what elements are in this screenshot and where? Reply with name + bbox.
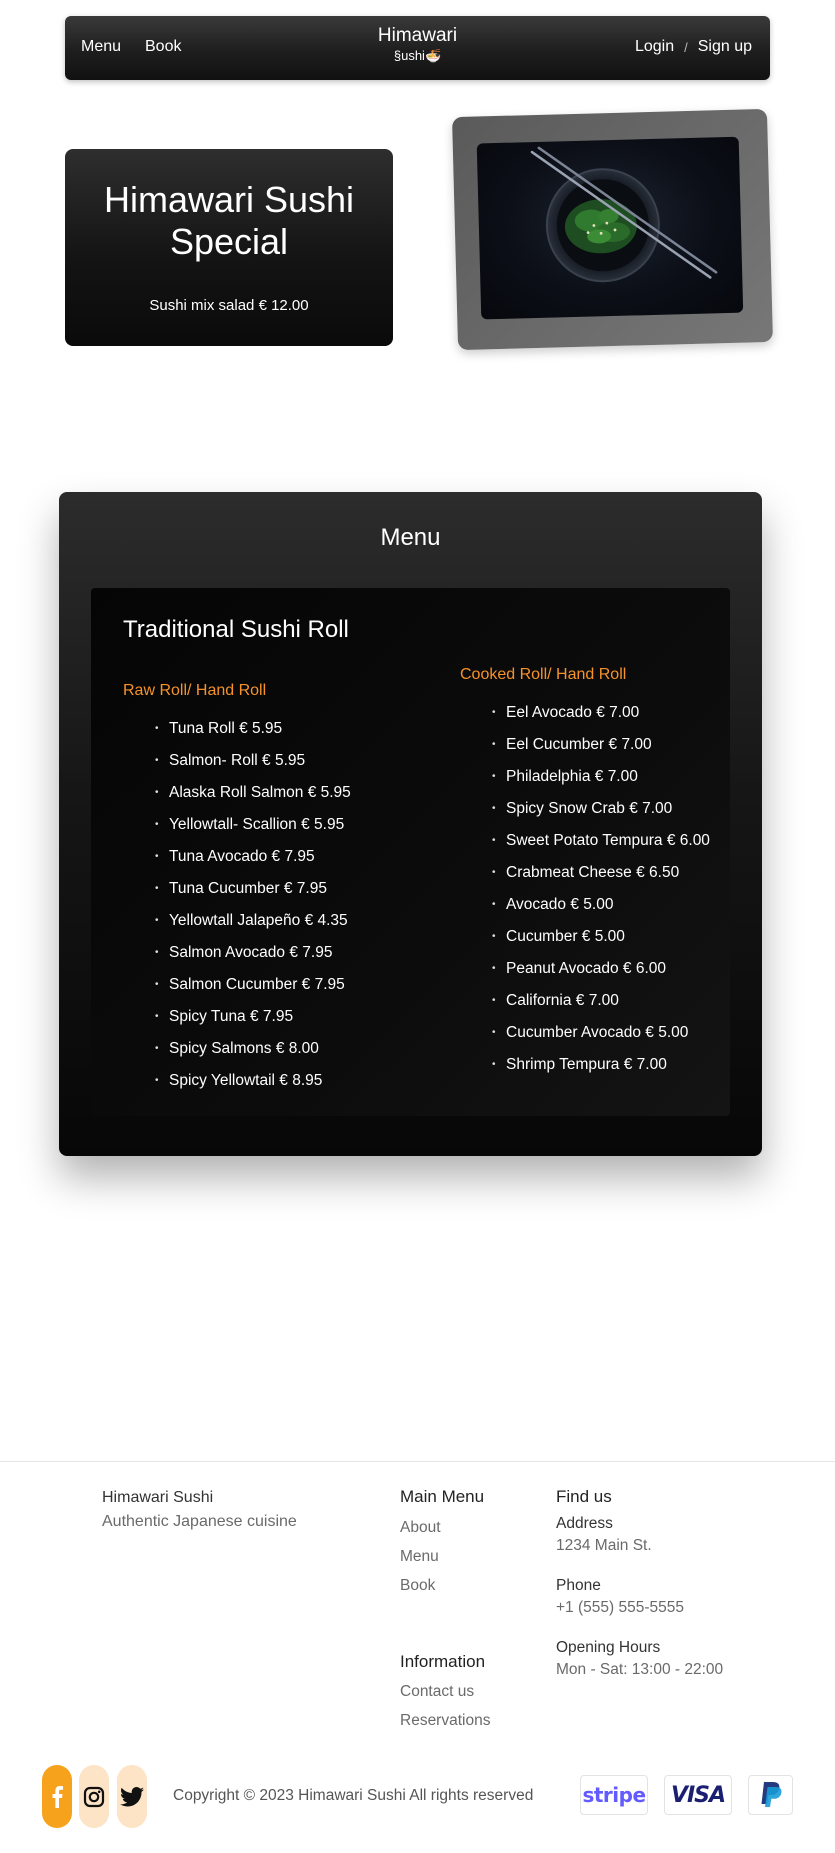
signup-link[interactable]: Sign up [698, 38, 752, 56]
phone-value: +1 (555) 555-5555 [556, 1599, 684, 1616]
menu-item: Spicy Yellowtail € 8.95 [155, 1065, 351, 1097]
footer-divider [0, 1461, 835, 1462]
menu-item: Alaska Roll Salmon € 5.95 [155, 777, 351, 809]
footer-find-us-title: Find us [556, 1487, 612, 1506]
instagram-icon [83, 1786, 105, 1807]
menu-item: Philadelphia € 7.00 [492, 761, 710, 793]
address-label: Address [556, 1515, 613, 1532]
menu-card: Traditional Sushi Roll Raw Roll/ Hand Ro… [91, 588, 730, 1116]
menu-item: Yellowtall Jalapeño € 4.35 [155, 905, 351, 937]
twitter-icon [120, 1786, 144, 1806]
auth-separator: / [684, 39, 688, 55]
menu-item: Tuna Avocado € 7.95 [155, 841, 351, 873]
cooked-roll-list: Eel Avocado € 7.00 Eel Cucumber € 7.00 P… [460, 697, 710, 1081]
footer-hours: Opening Hours Mon - Sat: 13:00 - 22:00 [556, 1637, 723, 1682]
menu-item: Spicy Salmons € 8.00 [155, 1033, 351, 1065]
footer-link-book[interactable]: Book [400, 1571, 484, 1600]
menu-item: Cucumber € 5.00 [492, 921, 710, 953]
visa-logo: VISA [670, 1782, 726, 1808]
menu-item: Spicy Snow Crab € 7.00 [492, 793, 710, 825]
login-link[interactable]: Login [635, 38, 674, 56]
address-value: 1234 Main St. [556, 1537, 652, 1554]
menu-item: Sweet Potato Tempura € 6.00 [492, 825, 710, 857]
menu-section: Menu Traditional Sushi Roll Raw Roll/ Ha… [59, 492, 762, 1156]
special-description: Sushi mix salad € 12.00 [149, 297, 309, 314]
instagram-button[interactable] [79, 1765, 109, 1828]
footer-brand-name: Himawari Sushi [102, 1489, 214, 1506]
menu-item: California € 7.00 [492, 985, 710, 1017]
visa-badge: VISA [664, 1775, 732, 1815]
auth-links: Login / Sign up [635, 38, 752, 56]
menu-item: Avocado € 5.00 [492, 889, 710, 921]
paypal-icon [761, 1782, 782, 1807]
menu-item: Salmon Cucumber € 7.95 [155, 969, 351, 1001]
hours-value: Mon - Sat: 13:00 - 22:00 [556, 1661, 724, 1678]
menu-item: Eel Cucumber € 7.00 [492, 729, 710, 761]
cooked-roll-title: Cooked Roll/ Hand Roll [460, 666, 627, 683]
raw-roll-list: Tuna Roll € 5.95 Salmon- Roll € 5.95 Ala… [123, 713, 351, 1097]
footer-information-title: Information [400, 1652, 486, 1671]
footer-information: Information Contact us Reservations [400, 1652, 490, 1735]
salad-bowl-illustration [530, 146, 718, 283]
hero-image-frame [452, 108, 773, 351]
menu-heading: Menu [380, 524, 441, 551]
footer-main-menu-title: Main Menu [400, 1487, 485, 1506]
footer-link-contact[interactable]: Contact us [400, 1677, 490, 1706]
paypal-badge [748, 1775, 793, 1815]
phone-label: Phone [556, 1577, 601, 1594]
footer-link-reservations[interactable]: Reservations [400, 1706, 490, 1735]
twitter-button[interactable] [117, 1765, 147, 1828]
footer-phone: Phone +1 (555) 555-5555 [556, 1575, 723, 1620]
special-title: Himawari Sushi Special [103, 179, 355, 262]
special-card: Himawari Sushi Special Sushi mix salad €… [65, 149, 393, 346]
footer-link-menu[interactable]: Menu [400, 1542, 484, 1571]
menu-item: Tuna Roll € 5.95 [155, 713, 351, 745]
hours-label: Opening Hours [556, 1639, 661, 1656]
menu-item: Crabmeat Cheese € 6.50 [492, 857, 710, 889]
footer-address: Address 1234 Main St. [556, 1513, 723, 1558]
menu-item: Yellowtall- Scallion € 5.95 [155, 809, 351, 841]
facebook-button[interactable] [42, 1765, 72, 1828]
menu-item: Shrimp Tempura € 7.00 [492, 1049, 710, 1081]
menu-item: Peanut Avocado € 6.00 [492, 953, 710, 985]
stripe-logo: stripe [582, 1783, 646, 1807]
raw-roll-column: Raw Roll/ Hand Roll Tuna Roll € 5.95 Sal… [123, 681, 351, 1097]
menu-item: Cucumber Avocado € 5.00 [492, 1017, 710, 1049]
menu-item: Salmon- Roll € 5.95 [155, 745, 351, 777]
footer-brand-tagline: Authentic Japanese cuisine [102, 1513, 297, 1530]
raw-roll-title: Raw Roll/ Hand Roll [123, 682, 267, 699]
menu-item: Tuna Cucumber € 7.95 [155, 873, 351, 905]
menu-item: Eel Avocado € 7.00 [492, 697, 710, 729]
cooked-roll-column: Cooked Roll/ Hand Roll Eel Avocado € 7.0… [460, 665, 710, 1081]
footer-main-menu: Main Menu About Menu Book [400, 1487, 484, 1600]
footer-brand: Himawari Sushi Authentic Japanese cuisin… [102, 1488, 297, 1532]
sushi-salad-photo [476, 136, 744, 320]
copyright-text: Copyright © 2023 Himawari Sushi All righ… [173, 1787, 534, 1804]
facebook-icon [52, 1785, 63, 1808]
stripe-badge: stripe [580, 1775, 648, 1815]
footer-find-us: Find us Address 1234 Main St. Phone +1 (… [556, 1487, 723, 1699]
footer-link-about[interactable]: About [400, 1513, 484, 1542]
navbar: Menu Book Himawari §ushi🍜 Login / Sign u… [65, 16, 770, 80]
menu-item: Spicy Tuna € 7.95 [155, 1001, 351, 1033]
menu-item: Salmon Avocado € 7.95 [155, 937, 351, 969]
menu-subheading: Traditional Sushi Roll [123, 616, 349, 643]
